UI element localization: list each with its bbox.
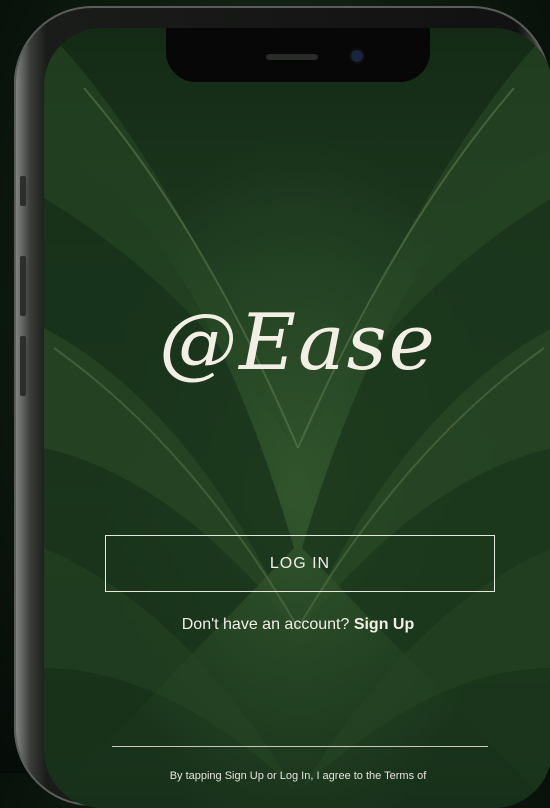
- front-camera: [351, 50, 363, 62]
- terms-text: By tapping Sign Up or Log In, I agree to…: [169, 770, 427, 782]
- volume-up-button: [20, 256, 26, 316]
- signup-prompt: Don't have an account? Sign Up: [44, 616, 550, 634]
- phone-frame: @Ease LOG IN Don't have an account? Sign…: [14, 6, 550, 808]
- side-button: [20, 176, 26, 206]
- app-logo: @Ease: [159, 298, 437, 388]
- signup-link[interactable]: Sign Up: [354, 616, 414, 633]
- login-button[interactable]: LOG IN: [105, 535, 495, 592]
- no-account-text: Don't have an account?: [181, 616, 350, 633]
- leaf-background-image: [44, 28, 550, 808]
- volume-down-button: [20, 336, 26, 396]
- speaker-grille: [266, 54, 318, 60]
- phone-notch: [166, 28, 430, 82]
- app-screen: @Ease LOG IN Don't have an account? Sign…: [44, 28, 550, 808]
- divider: [112, 746, 488, 747]
